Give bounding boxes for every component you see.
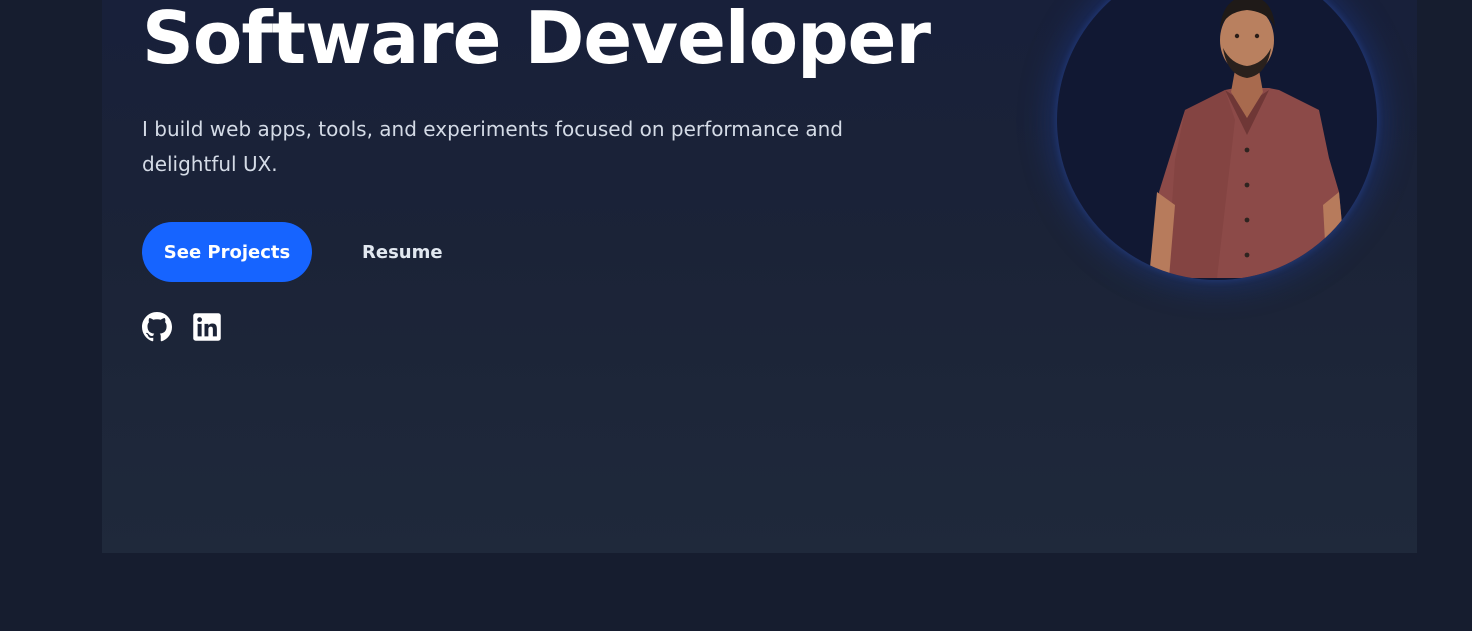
page: Software Developer I build web apps, too…	[0, 0, 1472, 631]
github-link[interactable]	[142, 312, 172, 342]
portrait-photo	[1149, 0, 1347, 278]
social-links	[142, 312, 242, 342]
resume-link[interactable]: Resume	[362, 242, 443, 263]
linkedin-icon	[193, 313, 221, 341]
hero-actions: See Projects Resume	[142, 222, 443, 282]
see-projects-button[interactable]: See Projects	[142, 222, 312, 282]
hero-description: I build web apps, tools, and experiments…	[142, 117, 843, 176]
github-icon	[142, 312, 172, 342]
hero-title: Software Developer	[142, 0, 931, 80]
avatar	[1057, 0, 1377, 280]
hero-section: Software Developer I build web apps, too…	[102, 0, 1417, 553]
linkedin-link[interactable]	[192, 312, 222, 342]
